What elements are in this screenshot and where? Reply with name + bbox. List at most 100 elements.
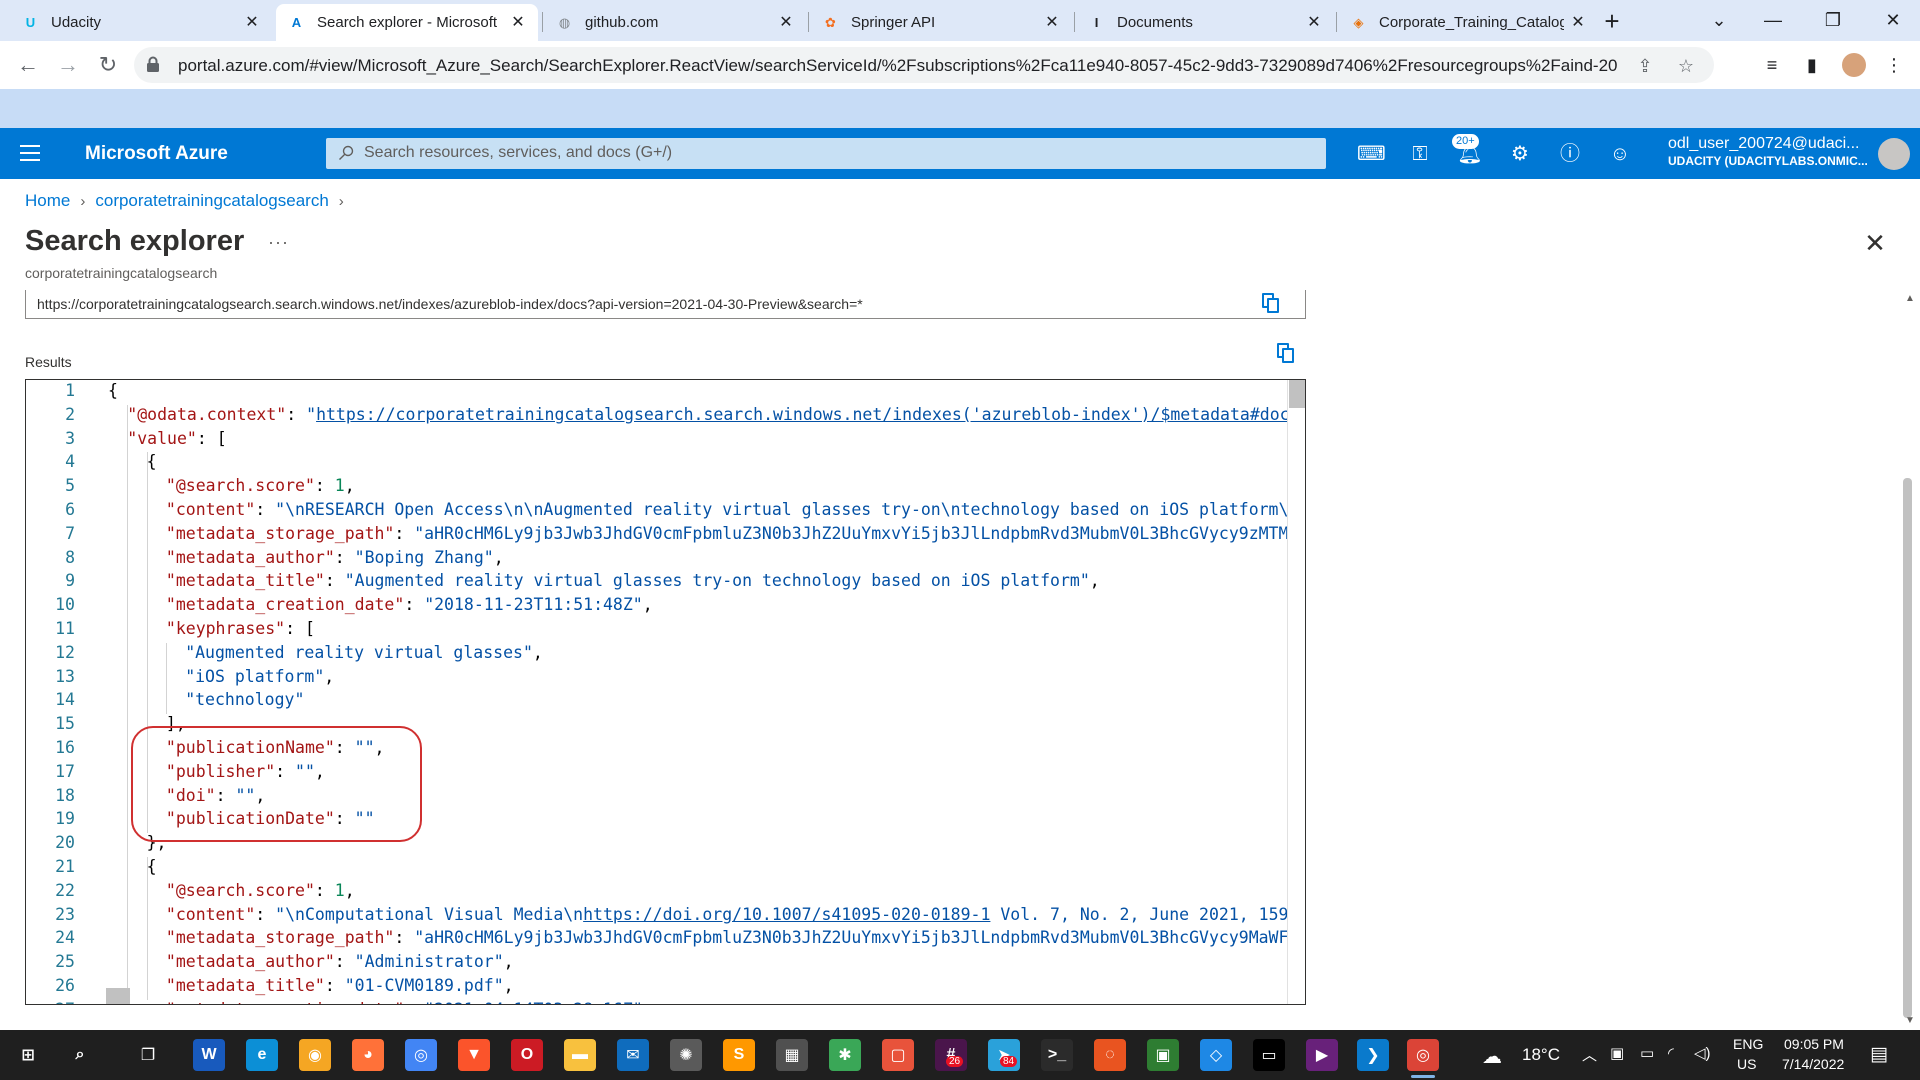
request-url-field[interactable]: https://corporatetrainingcatalogsearch.s… [25, 290, 1306, 319]
code-text: "metadata_creation_date": "2021-04-14T03… [166, 1000, 653, 1004]
brave-icon[interactable]: ▼ [458, 1039, 490, 1071]
forward-arrow-icon[interactable]: → [54, 51, 82, 79]
close-window-icon[interactable]: ✕ [1878, 6, 1908, 34]
menu-dots-icon[interactable]: ⋮ [1882, 53, 1906, 77]
code-text: "value": [ [127, 429, 226, 448]
browser-tab[interactable]: ◈ Corporate_Training_Catalog ✕ [1338, 4, 1598, 41]
calculator-icon[interactable]: ▦ [776, 1039, 808, 1071]
clock-time[interactable]: 09:05 PM [1784, 1036, 1844, 1052]
tab-search-icon[interactable]: ⌄ [1704, 6, 1734, 34]
browser-tab[interactable]: ◍ github.com ✕ [544, 4, 806, 41]
global-search-input[interactable]: Search resources, services, and docs (G+… [326, 138, 1326, 169]
input-language[interactable]: ENG [1733, 1036, 1763, 1052]
ubuntu-icon[interactable]: ◌ [1094, 1039, 1126, 1071]
page-scrollbar[interactable]: ▲ ▼ [1900, 293, 1920, 1030]
help-icon[interactable]: ⓘ [1557, 141, 1583, 167]
volume-icon[interactable]: ◁) [1694, 1044, 1711, 1062]
meet-now-icon[interactable]: ▣ [1610, 1044, 1624, 1062]
breadcrumb-home[interactable]: Home [25, 191, 70, 211]
close-icon[interactable]: ✕ [1864, 230, 1886, 256]
file-explorer-icon[interactable]: ▬ [564, 1039, 596, 1071]
line-number: 9 [65, 571, 75, 591]
back-arrow-icon[interactable]: ← [14, 51, 42, 79]
avatar[interactable] [1878, 138, 1910, 170]
browser-tab[interactable]: A Search explorer - Microsoft ✕ [276, 4, 538, 41]
start-icon[interactable]: ⊞ [12, 1039, 44, 1071]
app-icon-2[interactable]: ✺ [670, 1039, 702, 1071]
close-tab-icon[interactable]: ✕ [244, 14, 260, 31]
editor-horizontal-scrollbar[interactable] [106, 988, 130, 1004]
vscode-icon[interactable]: ❯ [1357, 1039, 1389, 1071]
chrome-icon[interactable]: ◎ [405, 1039, 437, 1071]
wifi-icon[interactable]: ◜ [1668, 1044, 1674, 1062]
minimize-icon[interactable]: — [1758, 6, 1788, 34]
show-hidden-icons-icon[interactable]: ︿ [1582, 1044, 1597, 1065]
task-view-icon[interactable]: ❐ [132, 1039, 164, 1071]
breadcrumb-resource[interactable]: corporatetrainingcatalogsearch [95, 191, 328, 211]
portal-menu-icon[interactable] [20, 145, 40, 161]
tab-separator [1074, 12, 1075, 32]
clock-date[interactable]: 7/14/2022 [1782, 1056, 1844, 1072]
share-icon[interactable]: ⇪ [1634, 55, 1656, 77]
battery-icon[interactable]: ▭ [1640, 1044, 1654, 1062]
cmd-icon[interactable]: ▭ [1253, 1039, 1285, 1071]
new-tab-button[interactable]: + [1598, 8, 1626, 36]
browser-tab-strip: U Udacity ✕ A Search explorer - Microsoft ✕ ◍ g… [0, 0, 1920, 41]
bookmark-star-icon[interactable]: ☆ [1675, 55, 1697, 77]
browser-tab[interactable]: I Documents ✕ [1076, 4, 1334, 41]
line-number: 19 [55, 809, 75, 829]
results-editor[interactable]: 1{2 "@odata.context": "https://corporatet… [25, 379, 1306, 1005]
directory-filter-icon[interactable]: ⚿ [1407, 141, 1433, 167]
json-token: : [ [196, 428, 227, 448]
reading-list-icon[interactable]: ≡ [1760, 53, 1784, 77]
word-icon[interactable]: W [193, 1039, 225, 1071]
app-icon-4[interactable]: ▢ [882, 1039, 914, 1071]
azure-brand[interactable]: Microsoft Azure [85, 143, 228, 165]
close-tab-icon[interactable]: ✕ [1306, 14, 1322, 31]
reload-icon[interactable]: ↻ [94, 51, 122, 79]
url-text: portal.azure.com/#view/Microsoft_Azure_S… [178, 56, 1618, 75]
close-tab-icon[interactable]: ✕ [510, 14, 526, 31]
account-menu[interactable]: odl_user_200724@udaci... UDACITY (UDACIT… [1668, 135, 1868, 168]
json-token: Vol. 7, No. 2, June 2021, 159–167\n [1000, 904, 1305, 924]
visual-studio-icon[interactable]: ▶ [1306, 1039, 1338, 1071]
copy-results-icon[interactable] [1276, 342, 1296, 364]
search-icon[interactable]: ⌕ [64, 1039, 96, 1071]
close-tab-icon[interactable]: ✕ [778, 14, 794, 31]
edge-icon[interactable]: e [246, 1039, 278, 1071]
app-icon-3[interactable]: ✱ [829, 1039, 861, 1071]
input-region[interactable]: US [1737, 1056, 1756, 1072]
sublime-icon[interactable]: S [723, 1039, 755, 1071]
maximize-icon[interactable]: ❐ [1818, 6, 1848, 34]
json-token: : [324, 571, 345, 591]
weather-temperature[interactable]: 18°C [1522, 1045, 1560, 1065]
app-icon-5[interactable]: ▣ [1147, 1039, 1179, 1071]
terminal-icon[interactable]: >_ [1041, 1039, 1073, 1071]
code-line: 24 "metadata_storage_path": "aHR0cHM6Ly9j… [26, 928, 1305, 952]
profile-avatar[interactable] [1842, 53, 1866, 77]
browser-tab[interactable]: ✿ Springer API ✕ [810, 4, 1072, 41]
close-tab-icon[interactable]: ✕ [1044, 14, 1060, 31]
json-link[interactable]: https://corporatetrainingcatalogsearch.s… [316, 405, 1305, 424]
scroll-up-arrow-icon[interactable]: ▲ [1905, 293, 1915, 304]
browser-tab[interactable]: U Udacity ✕ [10, 4, 272, 41]
editor-vertical-scrollbar[interactable] [1287, 380, 1305, 1004]
notification-center-icon[interactable]: ▤ [1870, 1043, 1888, 1066]
app-icon-1[interactable]: ◉ [299, 1039, 331, 1071]
side-panel-icon[interactable]: ▮ [1800, 53, 1824, 77]
chrome-active-icon[interactable]: ◎ [1407, 1039, 1439, 1078]
scroll-down-arrow-icon[interactable]: ▼ [1905, 1015, 1915, 1026]
mail-icon[interactable]: ✉ [617, 1039, 649, 1071]
firefox-icon[interactable]: ◕ [352, 1039, 384, 1071]
opera-icon[interactable]: O [511, 1039, 543, 1071]
copy-url-icon[interactable] [1261, 292, 1281, 314]
cloud-weather-icon[interactable]: ☁ [1482, 1044, 1502, 1069]
feedback-icon[interactable]: ☺ [1607, 141, 1633, 167]
address-bar[interactable]: portal.azure.com/#view/Microsoft_Azure_S… [134, 47, 1714, 83]
cloud-shell-icon[interactable]: ⌨ [1357, 141, 1386, 167]
json-link[interactable]: https://doi.org/10.1007/s41095-020-0189-… [583, 905, 990, 924]
more-actions-icon[interactable]: ··· [268, 232, 289, 253]
app-icon-6[interactable]: ◇ [1200, 1039, 1232, 1071]
settings-gear-icon[interactable]: ⚙ [1507, 141, 1533, 167]
close-tab-icon[interactable]: ✕ [1570, 14, 1586, 31]
